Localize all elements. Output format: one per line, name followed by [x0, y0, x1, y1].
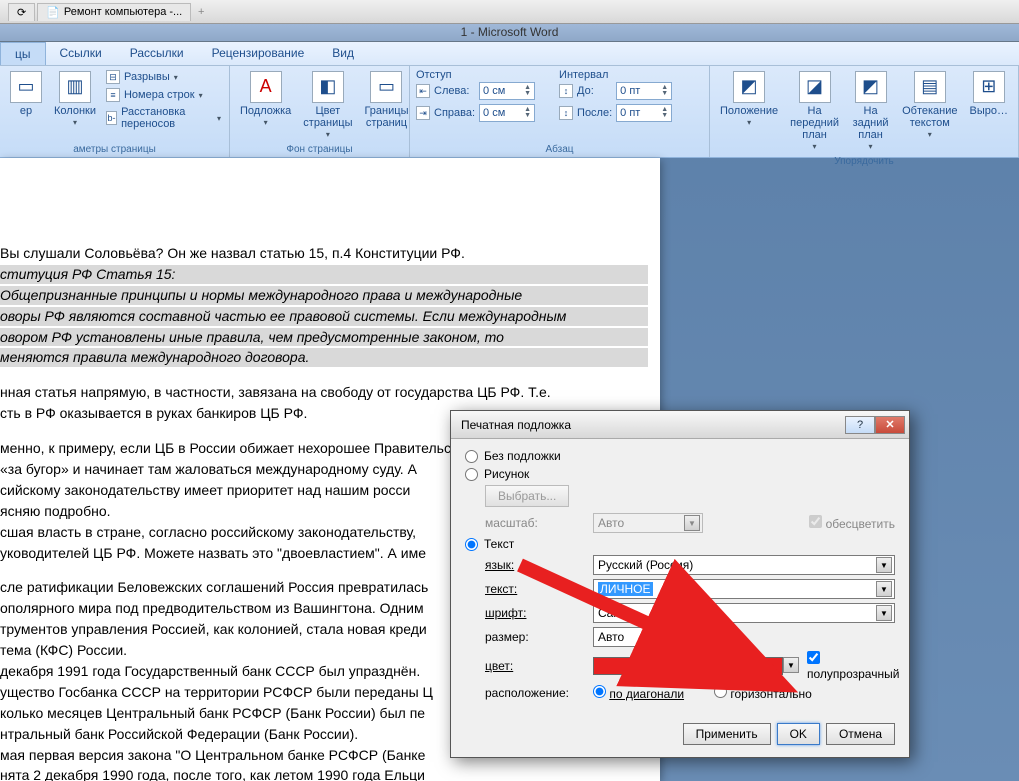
indent-title: Отступ	[416, 69, 539, 81]
size-select[interactable]: Авто▼	[593, 627, 703, 647]
color-swatch[interactable]	[593, 657, 783, 675]
language-label: язык:	[485, 558, 585, 572]
text-label: текст:	[485, 582, 585, 596]
tab-title: Ремонт компьютера -...	[64, 6, 182, 18]
doc-line: овором РФ установлены иные правила, чем …	[0, 328, 648, 347]
new-tab-button[interactable]: +	[193, 6, 209, 18]
app-title-bar: 1 - Microsoft Word	[0, 24, 1019, 42]
spacing-after-icon: ↕	[559, 106, 573, 120]
spacing-after-input[interactable]: 0 пт▲▼	[616, 104, 672, 122]
doc-line: меняются правила международного договора…	[0, 348, 648, 367]
browser-tab-2[interactable]: 📄 Ремонт компьютера -...	[37, 3, 191, 21]
line-numbers-button[interactable]: ≡Номера строк▾	[104, 87, 223, 103]
semitransparent-checkbox[interactable]: полупрозрачный	[807, 651, 899, 681]
group-arrange: Упорядочить	[716, 154, 1012, 167]
apply-button[interactable]: Применить	[683, 723, 771, 745]
spacing-before-icon: ↕	[559, 84, 573, 98]
browser-tab-strip: ⟳ 📄 Ремонт компьютера -... +	[0, 0, 1019, 24]
columns-button[interactable]: ▥Колонки▾	[50, 69, 100, 130]
close-button[interactable]: ✕	[875, 416, 905, 434]
radio-no-watermark[interactable]	[465, 450, 478, 463]
color-dropdown[interactable]: ▼	[783, 657, 799, 673]
align-button[interactable]: ⊞Выро…	[966, 69, 1012, 119]
group-paragraph: Абзац	[416, 142, 703, 155]
refresh-icon: ⟳	[17, 6, 26, 19]
label-text: Текст	[484, 537, 514, 551]
ribbon-btn-1[interactable]: ▭ер	[6, 69, 46, 119]
doc-line: ституция РФ Статья 15:	[0, 265, 648, 284]
help-button[interactable]: ?	[845, 416, 875, 434]
indent-left-icon: ⇤	[416, 84, 430, 98]
font-label: шрифт:	[485, 606, 585, 620]
text-wrap-button[interactable]: ▤Обтекание текстом▾	[898, 69, 961, 142]
text-select[interactable]: ЛИЧНОЕ▼	[593, 579, 895, 599]
select-picture-button: Выбрать...	[485, 485, 569, 507]
font-select[interactable]: Calibri▼	[593, 603, 895, 623]
washout-checkbox: обесцветить	[809, 515, 895, 531]
indent-right-label: Справа:	[434, 107, 475, 119]
ok-button[interactable]: OK	[777, 723, 820, 745]
page-borders-button[interactable]: ▭Границы страниц	[360, 69, 412, 131]
doc-line: нная статья напрямую, в частности, завяз…	[0, 383, 648, 402]
ribbon-tab-links[interactable]: Ссылки	[46, 42, 116, 65]
ribbon-tab-active[interactable]: цы	[0, 42, 46, 65]
radio-diagonal[interactable]: по диагонали	[593, 685, 684, 701]
indent-right-input[interactable]: 0 см▲▼	[479, 104, 535, 122]
breaks-button[interactable]: ⊟Разрывы▾	[104, 69, 223, 85]
hyphenation-button[interactable]: b-Расстановка переносов▾	[104, 105, 223, 131]
indent-right-icon: ⇥	[416, 106, 430, 120]
ribbon-tab-mailings[interactable]: Рассылки	[116, 42, 198, 65]
ribbon-tab-view[interactable]: Вид	[318, 42, 368, 65]
position-button[interactable]: ◩Положение▾	[716, 69, 782, 130]
spacing-after-label: После:	[577, 107, 612, 119]
group-page-setup: аметры страницы	[6, 142, 223, 155]
doc-line: Вы слушали Соловьёва? Он же назвал стать…	[0, 244, 648, 263]
favicon-icon: 📄	[46, 6, 60, 19]
cancel-button[interactable]: Отмена	[826, 723, 895, 745]
page-color-button[interactable]: ◧Цвет страницы▾	[299, 69, 356, 142]
size-label: размер:	[485, 630, 585, 644]
color-label: цвет:	[485, 659, 585, 673]
radio-picture[interactable]	[465, 468, 478, 481]
ribbon-tab-review[interactable]: Рецензирование	[198, 42, 319, 65]
doc-line: Общепризнанные принципы и нормы междунар…	[0, 286, 648, 305]
spacing-before-label: До:	[577, 85, 612, 97]
scale-label: масштаб:	[485, 516, 585, 530]
indent-left-input[interactable]: 0 см▲▼	[479, 82, 535, 100]
label-picture: Рисунок	[484, 467, 529, 481]
radio-text[interactable]	[465, 538, 478, 551]
label-no-watermark: Без подложки	[484, 449, 561, 463]
dialog-titlebar[interactable]: Печатная подложка ? ✕	[451, 411, 909, 439]
scale-select: Авто▼	[593, 513, 703, 533]
spacing-before-input[interactable]: 0 пт▲▼	[616, 82, 672, 100]
bring-front-button[interactable]: ◪На передний план▾	[786, 69, 843, 154]
send-back-button[interactable]: ◩На задний план▾	[847, 69, 894, 154]
radio-horizontal[interactable]: горизонтально	[714, 685, 812, 701]
browser-tab-1[interactable]: ⟳	[8, 3, 35, 21]
layout-label: расположение:	[485, 686, 585, 700]
watermark-button[interactable]: AПодложка▾	[236, 69, 295, 130]
ribbon: ▭ер ▥Колонки▾ ⊟Разрывы▾ ≡Номера строк▾ b…	[0, 66, 1019, 158]
doc-line: оворы РФ являются составной частью ее пр…	[0, 307, 648, 326]
watermark-dialog: Печатная подложка ? ✕ Без подложки Рисун…	[450, 410, 910, 758]
language-select[interactable]: Русский (Россия)▼	[593, 555, 895, 575]
indent-left-label: Слева:	[434, 85, 475, 97]
group-page-background: Фон страницы	[236, 142, 403, 155]
doc-line: нята 2 декабря 1990 года, после того, ка…	[0, 766, 648, 781]
dialog-title-text: Печатная подложка	[461, 418, 571, 432]
ribbon-tab-strip: цы Ссылки Рассылки Рецензирование Вид	[0, 42, 1019, 66]
spacing-title: Интервал	[559, 69, 676, 81]
